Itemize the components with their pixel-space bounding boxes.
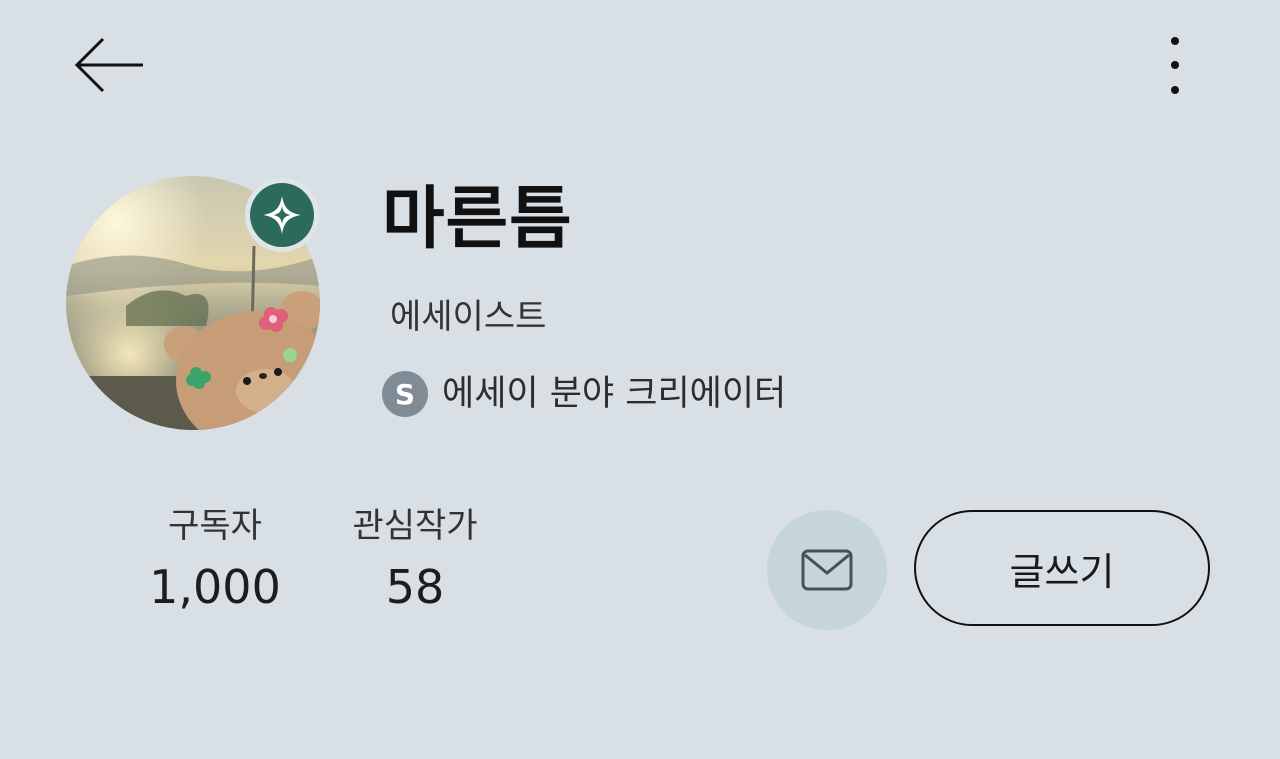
verified-badge: [245, 178, 319, 252]
creator-badge-row[interactable]: S 에세이 분야 크리에이터: [382, 368, 786, 420]
following-stat[interactable]: 관심작가 58: [340, 502, 490, 620]
subscribers-count: 1,000: [149, 560, 281, 614]
write-button[interactable]: 글쓰기: [914, 510, 1210, 626]
arrow-left-icon: [74, 37, 143, 93]
subscribers-stat[interactable]: 구독자 1,000: [140, 502, 290, 620]
profile-name: 마른틈: [382, 180, 573, 259]
message-button[interactable]: [767, 510, 887, 630]
creator-label: 에세이 분야 크리에이터: [442, 374, 787, 414]
subscribers-label: 구독자: [168, 506, 262, 546]
profile-occupation: 에세이스트: [390, 297, 547, 337]
kebab-menu-icon: [1171, 37, 1179, 94]
back-button[interactable]: [68, 30, 150, 100]
following-label: 관심작가: [352, 506, 478, 546]
envelope-icon: [801, 549, 853, 591]
following-count: 58: [385, 560, 445, 614]
more-options-button[interactable]: [1150, 28, 1200, 102]
creator-s-icon: S: [382, 371, 428, 417]
verified-sparkle-icon: [263, 196, 301, 234]
